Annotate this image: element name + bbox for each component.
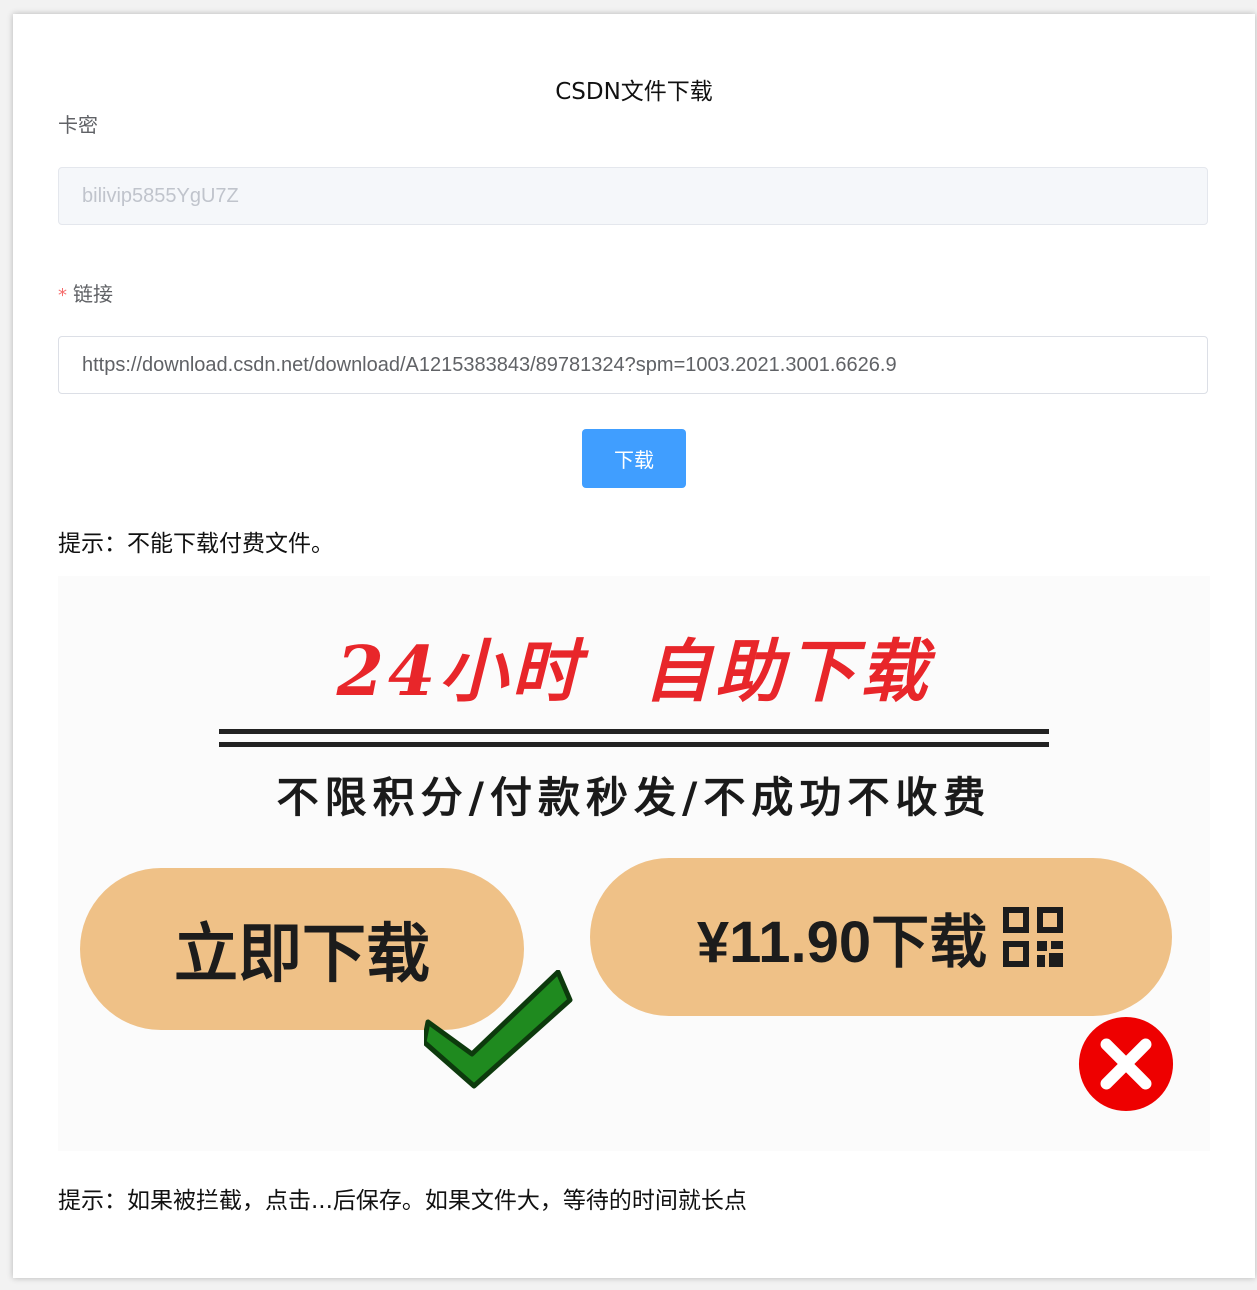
divider-line [219,729,1049,734]
required-mark: * [58,285,67,306]
page-title: CSDN文件下载 [555,79,713,105]
download-button[interactable]: 下载 [582,429,686,488]
link-label: * 链接 [58,282,113,306]
check-icon [424,970,573,1089]
paid-download-pill: ¥11.90下载 [590,858,1172,1016]
hint-top: 提示：不能下载付费文件。 [58,531,334,557]
qr-code-icon [1003,907,1064,967]
card-key-input[interactable]: bilivip5855YgU7Z [58,167,1208,225]
banner-subline: 不限积分/付款秒发/不成功不收费 [276,773,992,822]
banner-headline: 24小时 自助下载 [336,632,932,712]
link-input[interactable]: https://download.csdn.net/download/A1215… [58,336,1208,394]
hint-bottom: 提示：如果被拦截，点击...后保存。如果文件大，等待的时间就长点 [58,1188,747,1214]
download-card: CSDN文件下载 卡密 bilivip5855YgU7Z * 链接 https:/… [13,14,1255,1278]
promo-banner[interactable]: 24小时 自助下载 不限积分/付款秒发/不成功不收费 立即下载 ¥11.90下载 [58,576,1210,1151]
x-icon [1078,1016,1174,1112]
card-key-label: 卡密 [58,113,98,137]
divider-line [219,742,1049,747]
